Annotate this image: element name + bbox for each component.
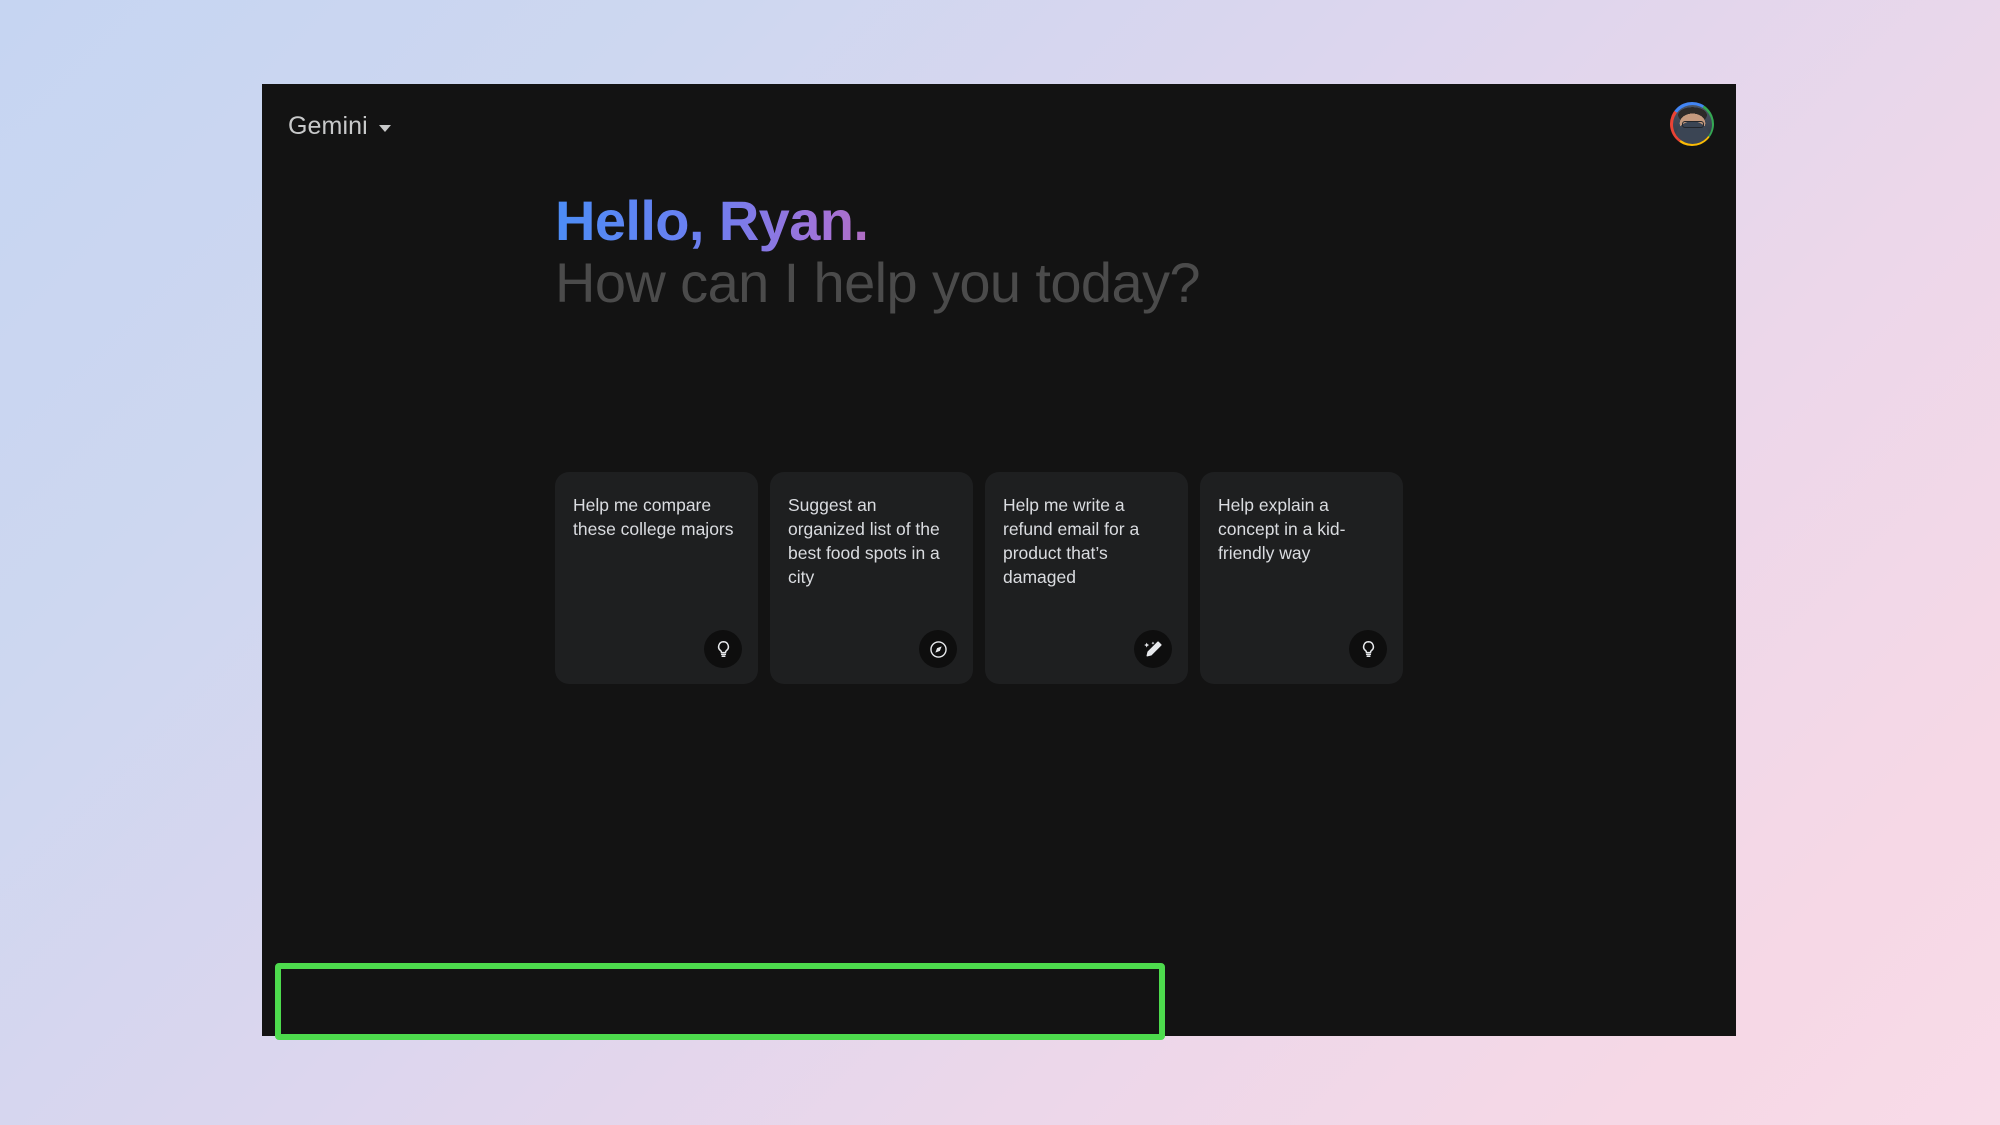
suggestion-card-food-spots[interactable]: Suggest an organized list of the best fo… bbox=[770, 472, 973, 684]
magic-pencil-icon bbox=[1134, 630, 1172, 668]
suggestion-card-text: Suggest an organized list of the best fo… bbox=[788, 493, 955, 590]
avatar-photo bbox=[1673, 105, 1712, 144]
lightbulb-icon bbox=[704, 630, 742, 668]
gemini-model-switcher[interactable]: Gemini bbox=[280, 106, 399, 147]
suggestion-card-refund-email[interactable]: Help me write a refund email for a produ… bbox=[985, 472, 1188, 684]
avatar[interactable] bbox=[1670, 102, 1714, 146]
suggestion-card-kid-friendly[interactable]: Help explain a concept in a kid-friendly… bbox=[1200, 472, 1403, 684]
chevron-down-icon bbox=[379, 125, 391, 132]
suggestion-card-text: Help me write a refund email for a produ… bbox=[1003, 493, 1170, 590]
greeting-block: Hello, Ryan. How can I help you today? bbox=[555, 188, 1200, 316]
lightbulb-icon bbox=[1349, 630, 1387, 668]
app-header: Gemini bbox=[262, 84, 1736, 170]
suggestion-card-compare-majors[interactable]: Help me compare these college majors bbox=[555, 472, 758, 684]
greeting-hello: Hello, Ryan. bbox=[555, 188, 1200, 254]
suggestion-card-text: Help me compare these college majors bbox=[573, 493, 740, 541]
app-title: Gemini bbox=[288, 112, 368, 141]
prompt-bar-highlight-box bbox=[275, 963, 1165, 1040]
compass-icon bbox=[919, 630, 957, 668]
suggestion-card-list: Help me compare these college majors Sug… bbox=[555, 472, 1403, 684]
suggestion-card-text: Help explain a concept in a kid-friendly… bbox=[1218, 493, 1385, 565]
greeting-subtitle: How can I help you today? bbox=[555, 250, 1200, 316]
gemini-app-window: Gemini Hello, Ryan. How can I help you t… bbox=[262, 84, 1736, 1036]
